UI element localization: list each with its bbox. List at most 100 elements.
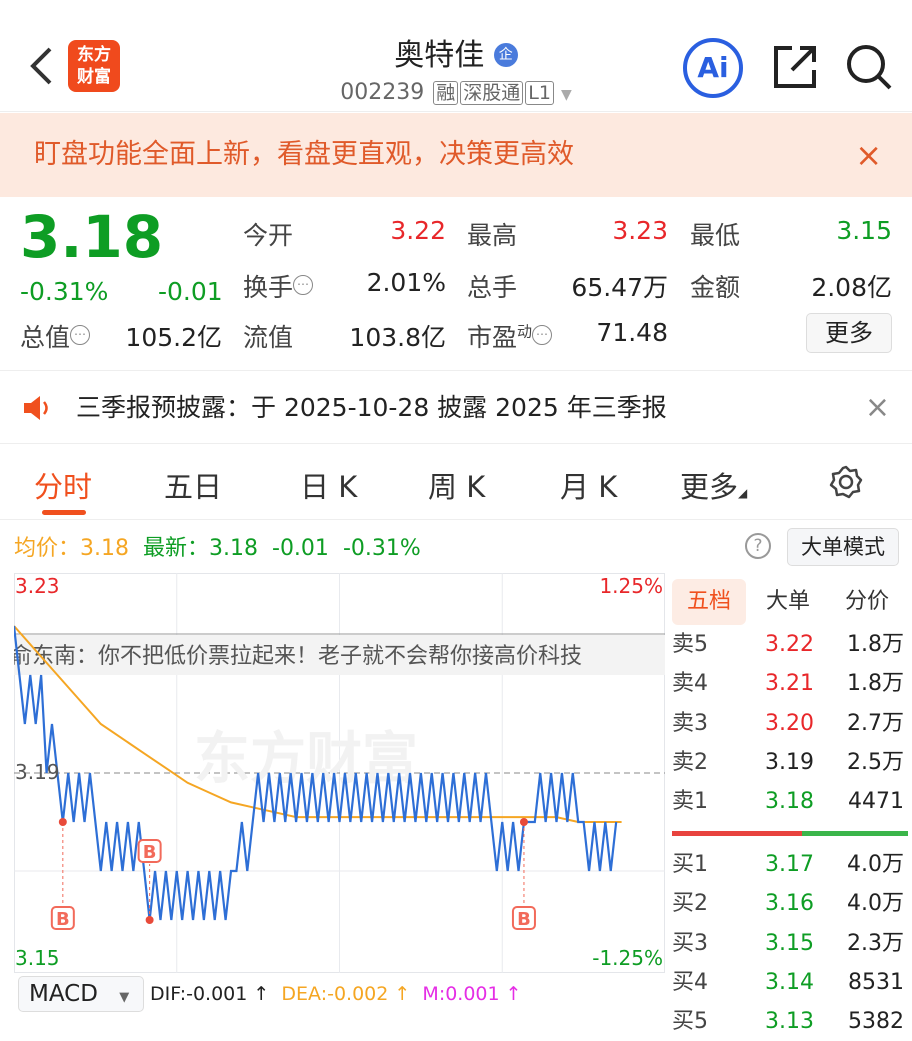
ask-row[interactable]: 卖5 3.22 1.8万 xyxy=(668,625,912,664)
bid-ratio-bar xyxy=(802,831,908,836)
tab-more-label: 更多 xyxy=(680,470,739,504)
field-label-text: 金额 xyxy=(690,273,741,302)
more-button[interactable]: 更多 xyxy=(806,313,892,353)
field-value: 2.08亿 xyxy=(811,273,892,302)
avg-label: 均价： xyxy=(14,536,81,561)
axis-label: 3.19 xyxy=(15,760,60,784)
close-icon[interactable]: × xyxy=(865,371,890,445)
field-label: 市盈动 ⋯ xyxy=(467,318,553,354)
level-price: 3.20 xyxy=(765,710,814,736)
level-label: 买1 xyxy=(672,852,708,877)
gear-icon[interactable] xyxy=(828,464,864,500)
info-icon[interactable]: ⋯ xyxy=(70,325,91,345)
ask-row[interactable]: 卖1 3.18 4471 xyxy=(668,782,912,821)
ai-label: Ai xyxy=(697,51,729,84)
level-price: 3.17 xyxy=(765,852,814,877)
macd-values: DIF:-0.001 ↑ DEA:-0.002 ↑ M:0.001 ↑ xyxy=(150,983,522,1005)
ask-ratio-bar xyxy=(672,831,802,836)
field-value: 71.48 xyxy=(596,318,668,347)
tag-connect: 深股通 xyxy=(460,81,524,105)
bid-row[interactable]: 买1 3.17 4.0万 xyxy=(668,845,912,884)
field-label-text: 最低 xyxy=(690,221,741,250)
big-order-mode-button[interactable]: 大单模式 xyxy=(787,528,899,566)
ai-button[interactable]: Ai xyxy=(683,38,743,98)
level-volume: 4.0万 xyxy=(847,891,904,917)
field-label-text: 换手 xyxy=(243,273,294,302)
dropdown-icon[interactable]: ▼ xyxy=(561,87,572,103)
level-label: 买4 xyxy=(672,969,708,995)
share-icon[interactable] xyxy=(772,44,818,90)
close-icon[interactable]: × xyxy=(855,113,882,197)
banner-text: 盯盘功能全面上新，看盘更直观，决策更高效 xyxy=(34,139,574,170)
notice-text: 三季报预披露：于 2025-10-28 披露 2025 年三季报 xyxy=(76,393,667,422)
dropdown-icon: ▼ xyxy=(119,990,130,1005)
tag-level: L1 xyxy=(525,81,554,105)
bid-row[interactable]: 买4 3.14 8531 xyxy=(668,963,912,1002)
level-price: 3.22 xyxy=(765,632,814,657)
level-volume: 8531 xyxy=(848,969,904,995)
field-label: 金额 xyxy=(690,268,740,304)
help-icon[interactable]: ? xyxy=(745,533,771,559)
level-volume: 4.0万 xyxy=(847,852,904,877)
level-label: 买3 xyxy=(672,930,708,956)
notice-bar[interactable]: 三季报预披露：于 2025-10-28 披露 2025 年三季报 × xyxy=(0,370,912,444)
avg-value: 3.18 xyxy=(80,536,129,561)
level-price: 3.19 xyxy=(765,749,814,775)
bid-row[interactable]: 买3 3.15 2.3万 xyxy=(668,924,912,963)
level-label: 卖1 xyxy=(672,789,708,815)
level-label: 卖2 xyxy=(672,749,708,775)
level-label: 卖5 xyxy=(672,632,708,657)
chart-tabs: 分时 五日 日 K 周 K 月 K 更多◢ xyxy=(0,446,912,520)
header: 东方 财富 奥特佳 企 002239 融深股通 L1 ▼ Ai xyxy=(0,0,912,112)
level-label: 买5 xyxy=(672,1009,708,1035)
level-volume: 2.3万 xyxy=(847,930,904,956)
watermark: 东方财富 xyxy=(194,727,418,792)
info-icon[interactable]: ⋯ xyxy=(532,325,553,345)
level-label: 卖4 xyxy=(672,671,708,697)
field-label-text: 流值 xyxy=(243,323,294,352)
ask-row[interactable]: 卖4 3.21 1.8万 xyxy=(668,664,912,703)
stock-name: 奥特佳 xyxy=(394,38,485,73)
latest-change: -0.01 xyxy=(272,536,329,561)
intraday-chart[interactable]: 俞东南：你不把低价票拉起来！老子就不会帮你接高价科技东方财富 B B B 3.23 3.1… xyxy=(14,573,666,973)
bid-row[interactable]: 买2 3.16 4.0万 xyxy=(668,884,912,923)
level-volume: 2.7万 xyxy=(847,710,904,736)
axis-label: 1.25% xyxy=(599,574,663,598)
level-price: 3.14 xyxy=(765,969,814,995)
buy-marker-label: B xyxy=(517,909,531,930)
tab-big-orders[interactable]: 大单 xyxy=(766,579,810,625)
indicator-selector[interactable]: MACD ▼ xyxy=(18,976,144,1012)
ask-row[interactable]: 卖2 3.19 2.5万 xyxy=(668,743,912,782)
search-icon[interactable] xyxy=(844,42,894,92)
active-tab-indicator xyxy=(42,510,86,515)
level-volume: 2.5万 xyxy=(847,749,904,775)
level-price: 3.18 xyxy=(765,789,814,815)
tab-daily-k[interactable]: 日 K xyxy=(300,464,357,506)
field-label-text: 今开 xyxy=(243,221,294,250)
level-volume: 5382 xyxy=(848,1009,904,1035)
macd-m: M:0.001 ↑ xyxy=(422,983,522,1005)
tab-intraday[interactable]: 分时 xyxy=(34,464,92,506)
buy-marker-dot xyxy=(145,916,154,924)
field-label-sup: 动 xyxy=(517,322,533,341)
tab-five-levels[interactable]: 五档 xyxy=(672,579,746,625)
field-label-text: 总值 xyxy=(20,323,71,352)
field-value: 105.2亿 xyxy=(125,323,222,352)
field-label: 总手 xyxy=(467,268,517,304)
field-value: 2.01% xyxy=(366,268,446,297)
field-label: 流值 xyxy=(243,318,293,354)
ask-row[interactable]: 卖3 3.20 2.7万 xyxy=(668,704,912,743)
buy-marker-label: B xyxy=(143,842,157,863)
field-label-text: 市盈 xyxy=(467,323,518,352)
info-icon[interactable]: ⋯ xyxy=(293,275,314,295)
tab-monthly-k[interactable]: 月 K xyxy=(560,464,617,506)
bid-row[interactable]: 买5 3.13 5382 xyxy=(668,1002,912,1041)
tab-five-day[interactable]: 五日 xyxy=(164,464,222,506)
tab-more[interactable]: 更多◢ xyxy=(680,464,747,506)
field-label: 最高 xyxy=(467,216,517,252)
tab-price-split[interactable]: 分价 xyxy=(845,579,889,625)
indicator-label: MACD xyxy=(29,981,98,1007)
tab-weekly-k[interactable]: 周 K xyxy=(428,464,485,506)
promo-banner[interactable]: 盯盘功能全面上新，看盘更直观，决策更高效 × xyxy=(0,113,912,197)
macd-dif: DIF:-0.001 ↑ xyxy=(150,983,270,1005)
